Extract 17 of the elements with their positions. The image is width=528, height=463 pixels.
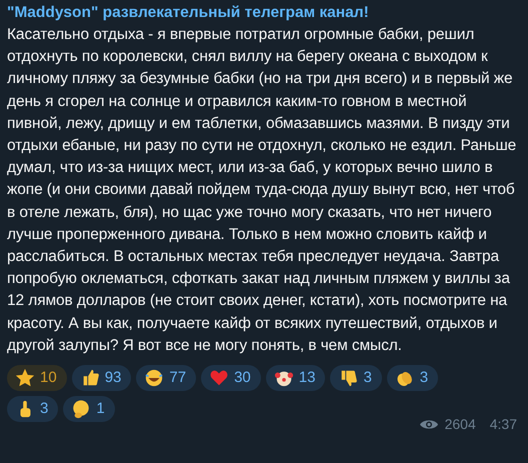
thinking-face-icon xyxy=(71,399,92,420)
reaction-button[interactable]: 3 xyxy=(386,365,438,392)
eye-icon xyxy=(418,418,439,432)
reaction-button[interactable]: 3 xyxy=(7,396,58,422)
view-count: 2604 xyxy=(444,415,476,434)
laughing-face-icon xyxy=(144,368,164,388)
reaction-button[interactable]: 1 xyxy=(63,396,115,422)
reaction-button[interactable]: 3 xyxy=(330,365,382,392)
message-time: 4:37 xyxy=(490,415,517,434)
reaction-button[interactable]: 93 xyxy=(72,365,132,392)
star-reaction[interactable]: 10 xyxy=(7,365,67,392)
reaction-button[interactable]: 77 xyxy=(136,365,196,392)
reaction-button[interactable]: 13 xyxy=(266,365,326,392)
star-icon xyxy=(15,368,35,388)
message-text: Касательно отдыха - я впервые потратил огромные бабки, решил отдохнуть по королевски, снял виллу на берегу океана с выходом к личному пляжу за безумные бабки (но на три дня всего) и в первый же день я сгорел на солнце и отравился каким-то говном в местной пивной, лежу, дрищу и ем таблетки, обмазавшись мазями. В пизду эти отдыхи ебаные, ни разу по сути не отдохнул, сколько не ездил. Раньше думал, что из-за нищих мест, или из-за баб, у которых вечно шило в жопе (и они своими давай пойдем туда-сюда душу вынут всю, нет чтоб в отеле лежать, бля), но щас уже точно могу сказать, что нет ничего лучше проперженного дивана. Только в нем можно словить кайф и расслабиться. В остальных местах тебя преследует неудача. Завтра попробую оклематься, сфоткать закат над личным пляжем у виллы за 12 лямов долларов (не стоит своих денег, кстати), хоть посмотрите на красоту. А вы как, получаете кайф от всяких путешествий, отдыхов и другой залупы? Я вот все не могу понять, в чем смысл. xyxy=(7,25,518,356)
channel-name[interactable]: "Maddyson" развлекательный телеграм канал! xyxy=(7,2,521,24)
reaction-button[interactable]: 30 xyxy=(201,365,261,392)
